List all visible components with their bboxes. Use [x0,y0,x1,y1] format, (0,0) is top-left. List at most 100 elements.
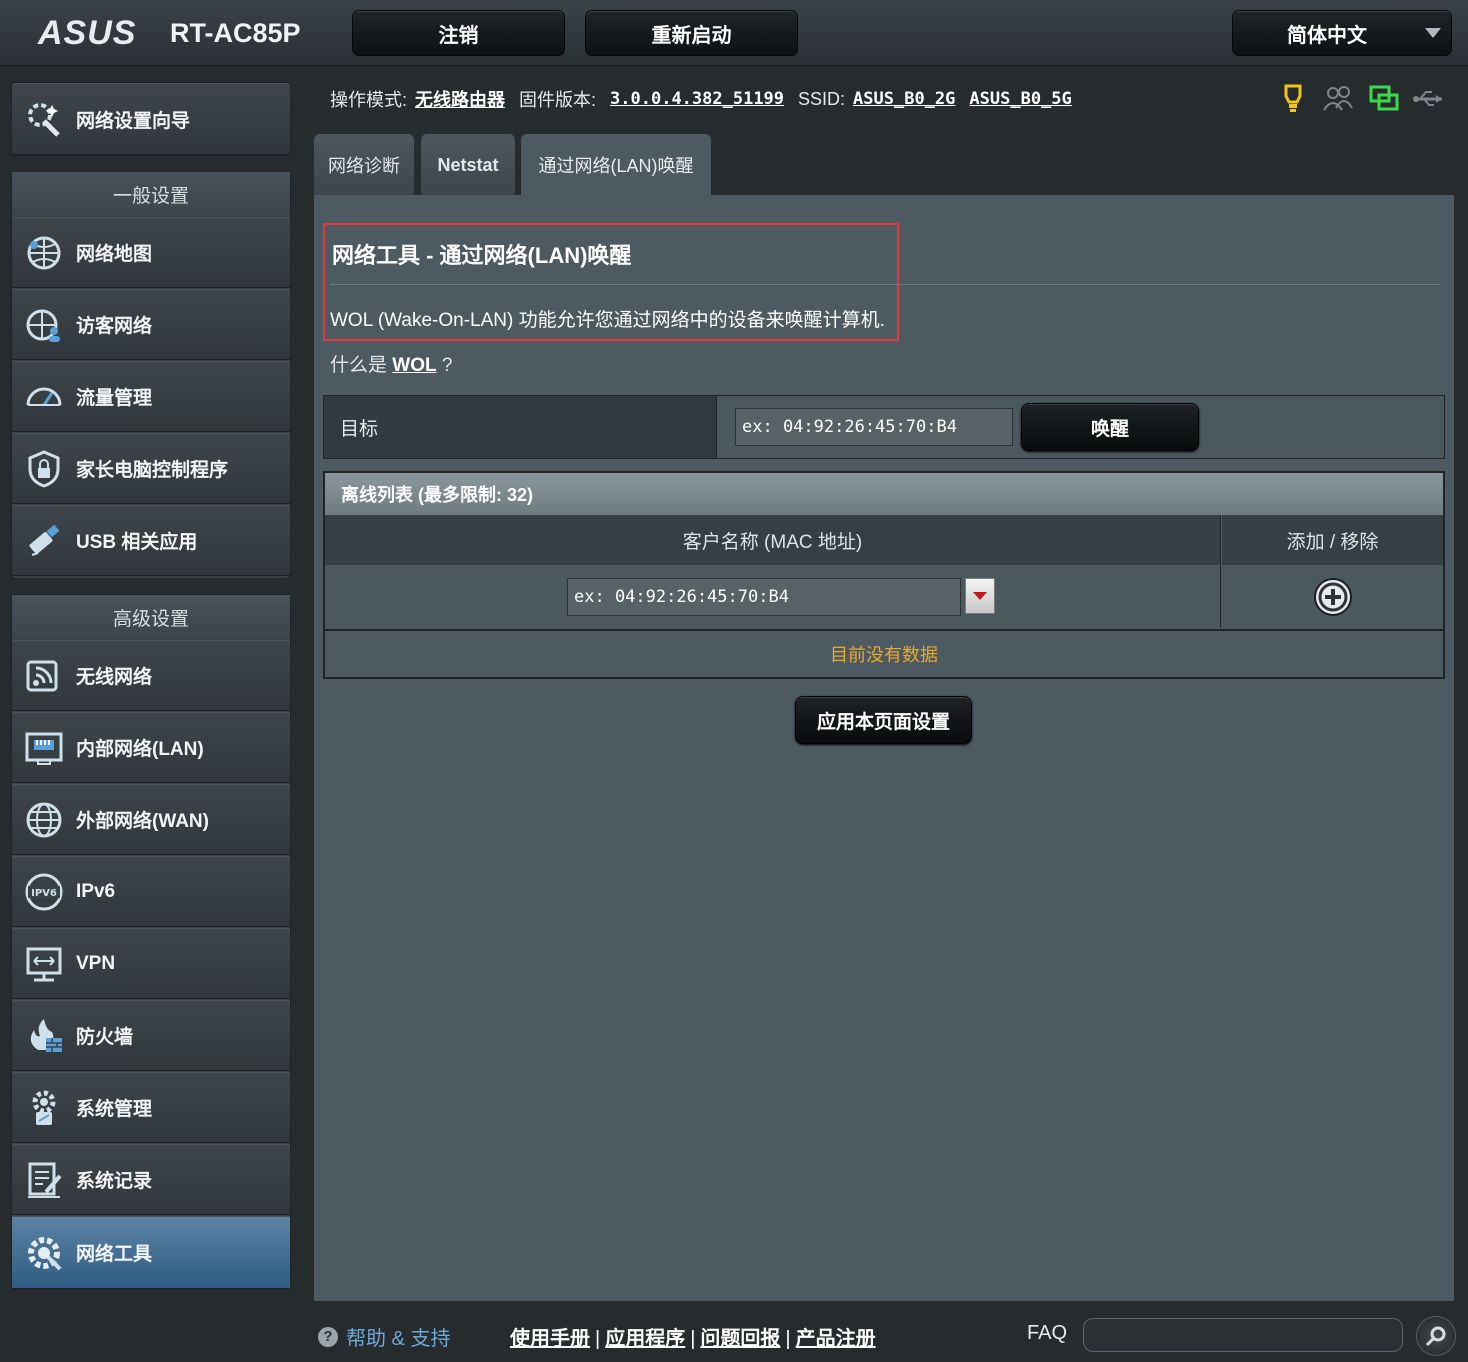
firewall-icon [22,1014,66,1058]
tab-wake-on-lan[interactable]: 通过网络(LAN)唤醒 [521,134,711,196]
tab-network-analysis[interactable]: 网络诊断 [314,134,414,196]
sidebar-item-label: USB 相关应用 [76,532,198,553]
sidebar-item-wizard[interactable]: 网络设置向导 [12,83,290,155]
top-bar: ASUS RT-AC85P 注销 重新启动 简体中文 [0,0,1468,66]
help-support: ? 帮助 & 支持 [318,1322,450,1351]
sidebar-advanced-box: 高级设置 无线网络 内部网络(LAN) 外部网络(WAN) IPV6 IPv6 … [11,594,291,1290]
network-map-icon [22,231,66,275]
sidebar-item-label: 系统记录 [76,1171,153,1192]
status-icons [1280,82,1450,116]
clients-icon[interactable] [1322,84,1354,119]
client-dropdown-button[interactable] [965,578,995,614]
sidebar-item-network-map[interactable]: 网络地图 [12,217,290,288]
svg-text:IPV6: IPV6 [31,888,57,899]
sidebar-wizard-box: 网络设置向导 [11,82,291,156]
sidebar-item-vpn[interactable]: VPN [12,928,290,999]
footer-links: 使用手册 | 应用程序 | 问题回报 | 产品注册 [510,1328,876,1350]
utility-link[interactable]: 应用程序 [605,1328,685,1350]
sidebar-item-ipv6[interactable]: IPV6 IPv6 [12,856,290,927]
network-tools-icon [22,1231,66,1275]
add-remove-column-header: 添加 / 移除 [1222,515,1443,565]
product-registration-link[interactable]: 产品注册 [796,1328,876,1350]
page-description: WOL (Wake-On-LAN) 功能允许您通过网络中的设备来唤醒计算机. [330,310,885,331]
client-input-cell [325,566,1221,628]
sidebar-item-label: 家长电脑控制程序 [76,460,229,481]
usb-status-icon[interactable] [1412,86,1446,117]
apply-button[interactable]: 应用本页面设置 [795,696,972,744]
ssid-label: SSID: [798,88,846,109]
vpn-icon [22,942,66,986]
what-is-wol: 什么是 WOL ? [330,350,452,377]
reboot-button[interactable]: 重新启动 [585,10,798,56]
sidebar-item-network-tools[interactable]: 网络工具 [12,1216,290,1289]
lan-icon [22,726,66,770]
parental-control-icon [22,447,66,491]
wol-faq-link[interactable]: WOL [392,355,436,376]
sidebar-item-traffic-manager[interactable]: 流量管理 [12,361,290,432]
sidebar-item-usb-application[interactable]: USB 相关应用 [12,505,290,576]
operation-mode-link[interactable]: 无线路由器 [415,86,505,112]
help-support-label: 帮助 & 支持 [346,1328,451,1350]
add-client-button[interactable] [1313,577,1353,622]
dropdown-arrow-icon [973,592,987,600]
what-is-prefix: 什么是 [330,355,388,376]
sidebar-item-label: 内部网络(LAN) [76,739,204,760]
sidebar-item-label: 网络设置向导 [76,110,191,132]
logout-button[interactable]: 注销 [352,10,565,56]
offline-list-title: 离线列表 (最多限制: 32) [325,473,1443,515]
asus-logo: ASUS [38,14,137,52]
faq-label: FAQ [1027,1322,1068,1344]
sidebar-item-label: VPN [76,952,116,974]
chevron-down-icon [1425,28,1441,38]
divider [330,284,1440,285]
wan-icon [22,798,66,842]
language-select[interactable]: 简体中文 [1232,10,1452,56]
search-button[interactable] [1416,1316,1456,1356]
advanced-settings-header: 高级设置 [12,595,290,639]
feedback-link[interactable]: 问题回报 [700,1328,780,1350]
sidebar-item-label: 网络工具 [76,1244,153,1265]
guest-network-icon [22,303,66,347]
sidebar-item-guest-network[interactable]: 访客网络 [12,289,290,360]
what-is-suffix: ? [441,355,453,376]
target-mac-input[interactable] [735,408,1013,446]
wake-button[interactable]: 唤醒 [1021,403,1199,451]
status-bar: 操作模式: 无线路由器 固件版本: 3.0.0.4.382_51199 SSID… [330,86,1072,112]
system-log-icon [22,1158,66,1202]
tab-netstat[interactable]: Netstat [421,134,515,196]
search-icon [1425,1326,1446,1347]
sidebar-item-parental-control[interactable]: 家长电脑控制程序 [12,433,290,504]
sidebar-general-box: 一般设置 网络地图 访客网络 流量管理 家长电脑控制程序 USB 相关应用 [11,171,291,579]
target-label: 目标 [324,396,717,458]
sidebar-item-administration[interactable]: 系统管理 [12,1072,290,1143]
client-name-column-header: 客户名称 (MAC 地址) [325,515,1221,565]
sidebar-item-wireless[interactable]: 无线网络 [12,640,290,711]
sidebar-item-label: 访客网络 [76,316,153,337]
ssid-5g-link[interactable]: ASUS_B0_5G [969,89,1071,109]
offline-list-table: 离线列表 (最多限制: 32) 客户名称 (MAC 地址) 添加 / 移除 目前… [323,471,1445,679]
internet-status-icon[interactable] [1368,84,1400,119]
sidebar-item-system-log[interactable]: 系统记录 [12,1144,290,1215]
sidebar-item-label: 外部网络(WAN) [76,811,209,832]
sidebar-item-wan[interactable]: 外部网络(WAN) [12,784,290,855]
sidebar-item-label: 系统管理 [76,1099,153,1120]
firmware-version-link[interactable]: 3.0.0.4.382_51199 [610,89,784,109]
language-label: 简体中文 [1287,24,1367,47]
faq-search-input[interactable] [1083,1318,1403,1352]
ssid-2g-link[interactable]: ASUS_B0_2G [853,89,955,109]
usb-application-icon [22,519,66,563]
sidebar-item-firewall[interactable]: 防火墙 [12,1000,290,1071]
main-panel [314,195,1454,1301]
manual-link[interactable]: 使用手册 [510,1328,590,1350]
model-name: RT-AC85P [170,18,301,48]
notification-bulb-icon[interactable] [1280,84,1306,119]
target-row: 目标 唤醒 [323,395,1445,459]
firmware-label: 固件版本: [519,90,597,110]
sidebar-item-label: 无线网络 [76,667,153,688]
sidebar-item-label: IPv6 [76,880,116,902]
sidebar-item-lan[interactable]: 内部网络(LAN) [12,712,290,783]
no-data-message: 目前没有数据 [325,629,1443,677]
page-title: 网络工具 - 通过网络(LAN)唤醒 [332,243,632,268]
client-mac-input[interactable] [567,578,961,616]
sidebar-item-label: 流量管理 [76,388,153,409]
